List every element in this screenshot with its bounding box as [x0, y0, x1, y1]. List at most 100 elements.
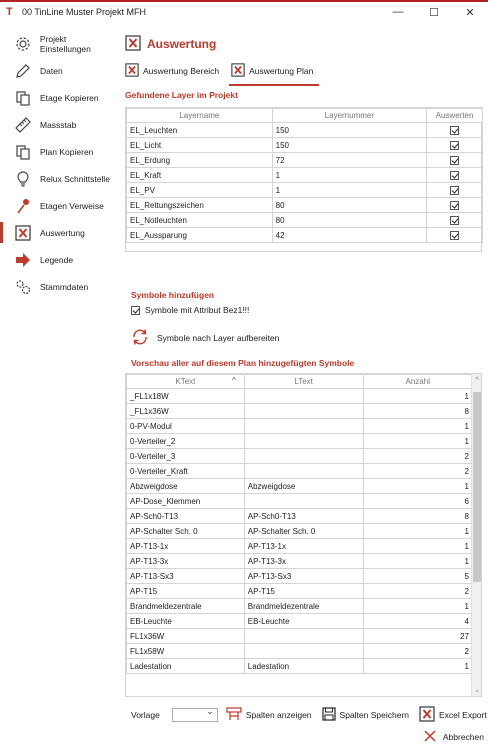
preview-row[interactable]: 0-PV-Modul 1: [126, 418, 473, 434]
preview-row[interactable]: AP-T13-3x AP-T13-3x 1: [126, 553, 473, 569]
anzahl-cell: 1: [362, 388, 473, 404]
scrollbar-thumb[interactable]: [473, 392, 481, 582]
layer-row[interactable]: EL_Leuchten 150: [126, 122, 483, 138]
preview-row[interactable]: 0-Verteiler_Kraft 2: [126, 463, 473, 479]
ltext-cell: [243, 643, 364, 659]
column-header-auswerten[interactable]: Auswerten: [426, 108, 483, 123]
layer-auswerten-checkbox[interactable]: [450, 155, 460, 165]
sidebar-item-relux-schnittstelle[interactable]: Relux Schnittstelle: [0, 165, 119, 192]
preview-row[interactable]: FL1x58W 2: [126, 643, 473, 659]
layer-number-cell: 1: [271, 167, 428, 183]
preview-row[interactable]: _FL1x18W 1: [126, 388, 473, 404]
preview-row[interactable]: 0-Verteiler_3 2: [126, 448, 473, 464]
layer-auswerten-cell: [426, 152, 483, 168]
refresh-icon: [131, 328, 149, 348]
tab-label: Auswertung Plan: [249, 66, 314, 76]
layer-row[interactable]: EL_Kraft 1: [126, 167, 483, 183]
preview-row[interactable]: EB-Leuchte EB-Leuchte 4: [126, 613, 473, 629]
layer-auswerten-checkbox[interactable]: [450, 170, 460, 180]
save-columns-button[interactable]: Spalten Speichern: [321, 707, 409, 723]
window-title: 00 TinLine Muster Projekt MFH: [22, 7, 147, 17]
layer-row[interactable]: EL_Licht 150: [126, 137, 483, 153]
copy-icon: [14, 89, 32, 107]
sidebar-item-plan-kopieren[interactable]: Plan Kopieren: [0, 138, 119, 165]
show-columns-button[interactable]: Spalten anzeigen: [226, 707, 312, 723]
ltext-cell: AP-T13-1x: [243, 538, 364, 554]
layer-auswerten-checkbox[interactable]: [450, 215, 460, 225]
preview-row[interactable]: AP-T13-1x AP-T13-1x 1: [126, 538, 473, 554]
refresh-symbols-button[interactable]: Symbole nach Layer aufbereiten: [131, 328, 279, 348]
sidebar-item-legende[interactable]: Legende: [0, 246, 119, 273]
ltext-cell: [243, 628, 364, 644]
anzahl-cell: 8: [362, 403, 473, 419]
column-header-layername[interactable]: Layername: [126, 108, 273, 123]
layer-row[interactable]: EL_Erdung 72: [126, 152, 483, 168]
preview-row[interactable]: AP-T15 AP-T15 2: [126, 583, 473, 599]
vorlage-label: Vorlage: [131, 710, 160, 720]
preview-row[interactable]: Ladestation Ladestation 1: [126, 658, 473, 674]
sidebar-item-daten[interactable]: Daten: [0, 57, 119, 84]
close-window-button[interactable]: ✕: [452, 2, 488, 22]
maximize-button[interactable]: ☐: [416, 2, 452, 22]
excel-export-button[interactable]: Excel Export: [419, 706, 487, 724]
preview-row[interactable]: AP-T13-Sx3 AP-T13-Sx3 5: [126, 568, 473, 584]
pencil-icon: [14, 62, 32, 80]
preview-row[interactable]: _FL1x36W 8: [126, 403, 473, 419]
preview-row[interactable]: AP-Dose_Klemmen 6: [126, 493, 473, 509]
symbols-attribute-checkbox-row[interactable]: Symbole mit Attribut Bez1!!!: [131, 305, 249, 315]
ktext-cell: AP-T13-1x: [126, 538, 245, 554]
preview-row[interactable]: FL1x36W 27: [126, 628, 473, 644]
preview-row[interactable]: AP-Schalter Sch. 0 AP-Schalter Sch. 01: [126, 523, 473, 539]
sidebar-item-etage-kopieren[interactable]: Etage Kopieren: [0, 84, 119, 111]
layer-auswerten-checkbox[interactable]: [450, 125, 460, 135]
excel-icon: [14, 224, 32, 242]
layer-number-cell: 1: [271, 182, 428, 198]
column-header-ktext[interactable]: KText ^: [126, 374, 245, 389]
sidebar-item-etagen-verweise[interactable]: Etagen Verweise: [0, 192, 119, 219]
preview-scrollbar[interactable]: ^ ⌄: [471, 374, 481, 696]
columns-icon: [226, 707, 242, 723]
layer-row[interactable]: EL_Notleuchten 80: [126, 212, 483, 228]
cancel-button[interactable]: Abbrechen: [423, 729, 484, 745]
layer-auswerten-checkbox[interactable]: [450, 200, 460, 210]
anzahl-cell: 5: [362, 568, 473, 584]
sidebar-item-stammdaten[interactable]: Stammdaten: [0, 273, 119, 300]
sidebar-item-auswertung[interactable]: Auswertung: [0, 219, 119, 246]
tab-auswertung-bereich[interactable]: Auswertung Bereich: [125, 60, 219, 82]
preview-row[interactable]: AP-Sch0-T13 AP-Sch0-T13 8: [126, 508, 473, 524]
scroll-down-icon[interactable]: ⌄: [472, 684, 481, 696]
preview-table-container[interactable]: KText ^ LText Anzahl _FL1x18W 1 _FL1x36W 8 0…: [125, 373, 482, 697]
layer-row[interactable]: EL_Aussparung 42: [126, 227, 483, 243]
sidebar-item-projekt-einstellungen[interactable]: Projekt Einstellungen: [0, 30, 119, 57]
ktext-cell: 0-Verteiler_2: [126, 433, 245, 449]
layer-number-cell: 72: [271, 152, 428, 168]
column-header-layernummer[interactable]: Layernummer: [271, 108, 428, 123]
sidebar-item-massstab[interactable]: Massstab: [0, 111, 119, 138]
ktext-cell: AP-T15: [126, 583, 245, 599]
symbols-attribute-checkbox[interactable]: [131, 305, 140, 315]
layer-name-cell: EL_Licht: [126, 137, 273, 153]
layer-auswerten-checkbox[interactable]: [450, 185, 460, 195]
ltext-cell: [243, 433, 364, 449]
preview-table: KText ^ LText Anzahl _FL1x18W 1 _FL1x36W 8 0…: [126, 374, 473, 674]
column-header-ltext[interactable]: LText: [243, 374, 364, 389]
sidebar: Projekt Einstellungen Daten Etage Kopier…: [0, 30, 119, 747]
preview-row[interactable]: 0-Verteiler_2 1: [126, 433, 473, 449]
layer-row[interactable]: EL_PV 1: [126, 182, 483, 198]
tab-auswertung-plan[interactable]: Auswertung Plan: [229, 60, 320, 86]
preview-row[interactable]: Brandmeldezentrale Brandmeldezentrale 1: [126, 598, 473, 614]
vorlage-dropdown[interactable]: [171, 706, 218, 722]
layer-table: Layername Layernummer Auswerten EL_Leuch…: [126, 108, 483, 243]
copy-icon: [14, 143, 32, 161]
minimize-button[interactable]: —: [380, 2, 416, 22]
sidebar-item-label: Daten: [40, 65, 63, 76]
layer-auswerten-checkbox[interactable]: [450, 230, 460, 240]
layer-table-container[interactable]: Layername Layernummer Auswerten EL_Leuch…: [125, 107, 483, 252]
scroll-up-icon[interactable]: ^: [472, 374, 481, 386]
layer-auswerten-checkbox[interactable]: [450, 140, 460, 150]
bottom-toolbar: Vorlage Spalten anzeigen Spalten Speiche…: [131, 704, 488, 726]
column-header-anzahl[interactable]: Anzahl: [362, 374, 473, 389]
sidebar-item-label: Projekt Einstellungen: [39, 33, 91, 54]
preview-row[interactable]: Abzweigdose Abzweigdose 1: [126, 478, 473, 494]
layer-row[interactable]: EL_Rettungszeichen 80: [126, 197, 483, 213]
